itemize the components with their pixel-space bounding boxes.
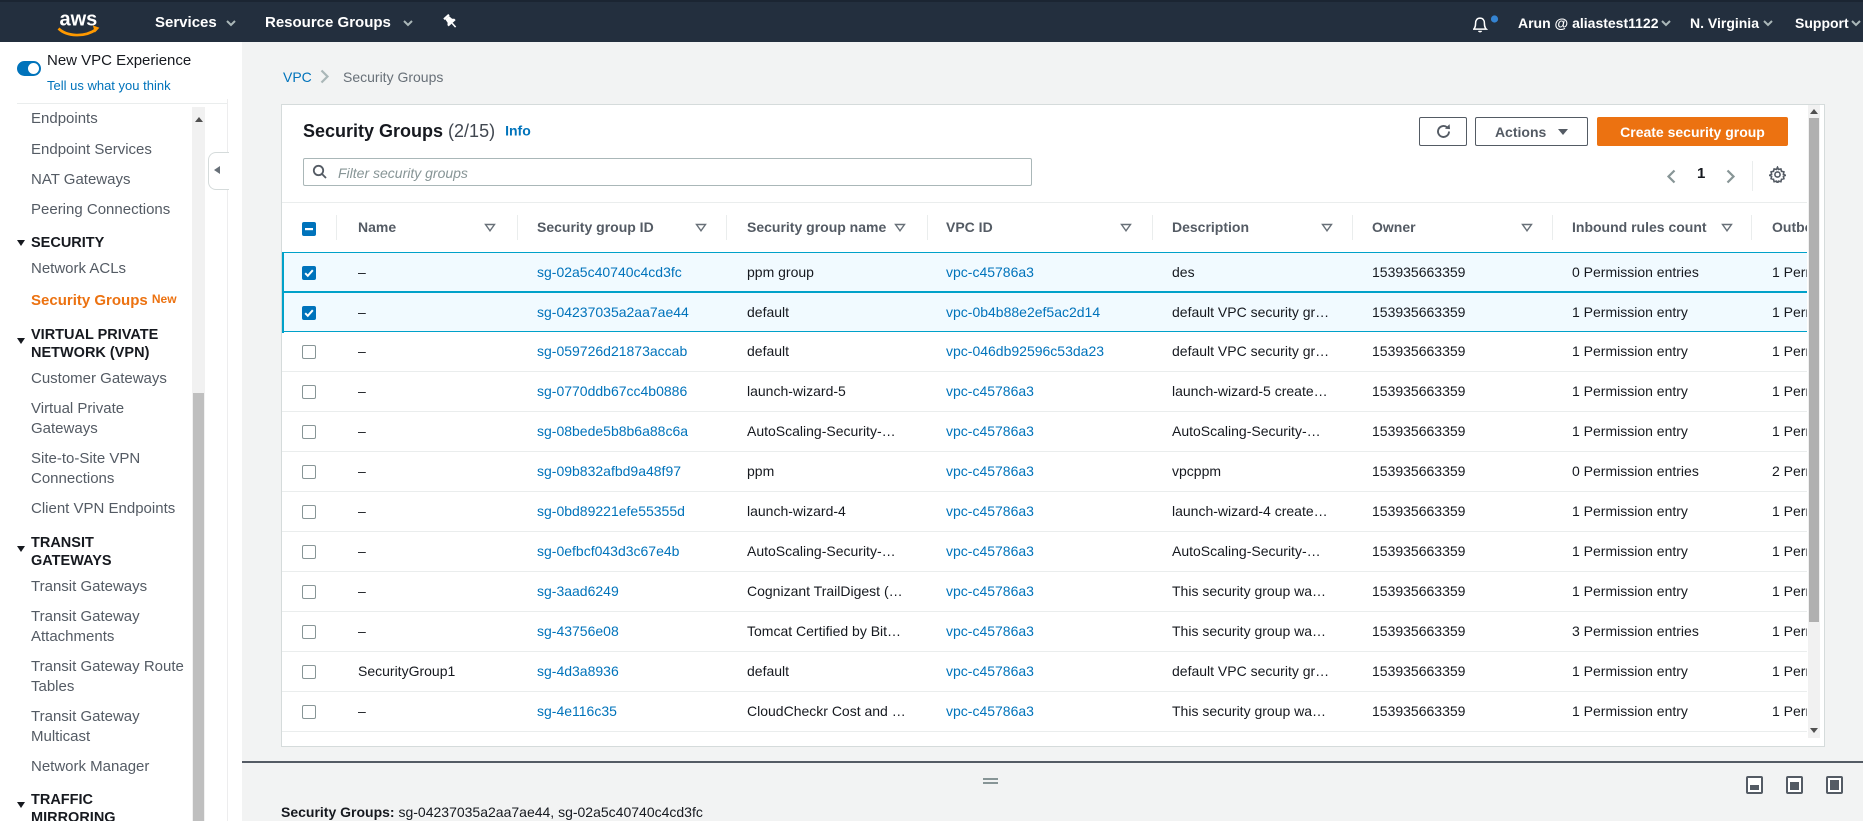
svg-text:aws: aws <box>60 9 98 31</box>
